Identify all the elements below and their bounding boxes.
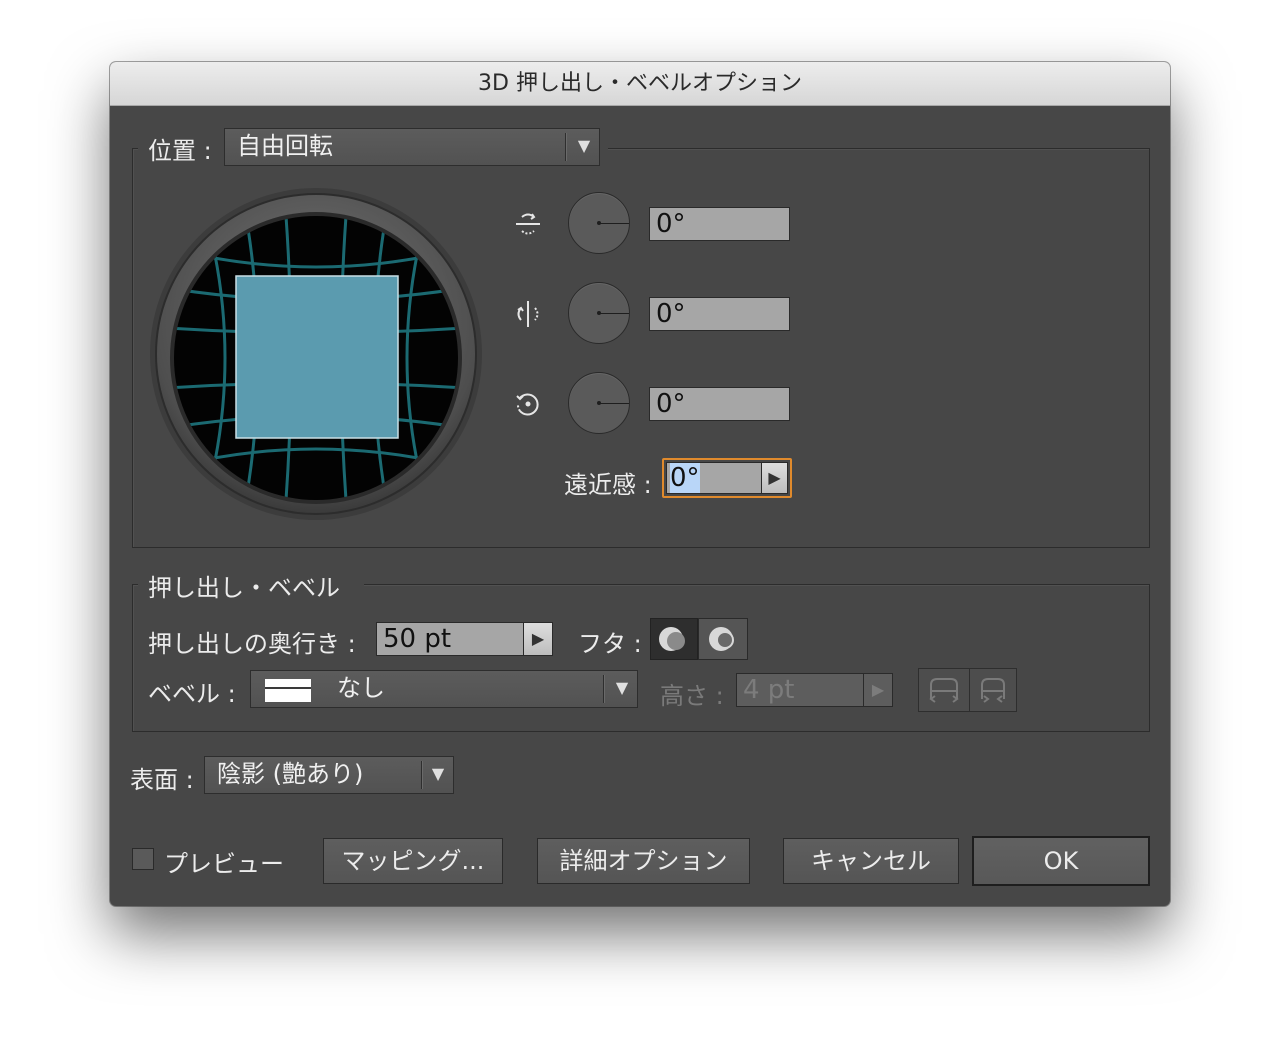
mapping-button[interactable]: マッピング... <box>323 838 503 884</box>
rotate-z-input[interactable]: 0° <box>649 387 790 421</box>
extrude-bevel-dialog: 3D 押し出し・ベベルオプション 位置 : 自由回転 ▼ 0° 0° 0° 遠近… <box>110 62 1170 906</box>
cap-off-button[interactable] <box>698 618 748 660</box>
more-options-button[interactable]: 詳細オプション <box>537 838 750 884</box>
surface-label: 表面 : <box>130 766 194 794</box>
chevron-down-icon: ▼ <box>431 764 445 783</box>
bevel-shape-swatch <box>265 679 311 702</box>
bevel-dropdown[interactable]: なし ▼ <box>250 670 638 708</box>
dropdown-separator <box>565 133 566 161</box>
extrude-depth-input[interactable]: 50 pt <box>376 622 524 656</box>
cancel-button[interactable]: キャンセル <box>783 838 959 884</box>
triangle-right-icon: ▶ <box>768 468 781 487</box>
rotate-x-axis-icon <box>512 208 544 240</box>
dropdown-separator <box>421 761 422 789</box>
triangle-right-icon: ▶ <box>531 629 545 648</box>
surface-value: 陰影 (艶あり) <box>217 760 364 788</box>
preview-checkbox[interactable] <box>132 848 154 870</box>
rotate-y-dial[interactable] <box>568 282 630 344</box>
bevel-in-icon <box>981 678 1005 703</box>
bevel-extent-in-button[interactable] <box>969 668 1017 712</box>
cap-label: フタ : <box>578 630 642 658</box>
trackball-widget[interactable] <box>148 186 484 522</box>
surface-dropdown[interactable]: 陰影 (艶あり) ▼ <box>204 756 454 794</box>
rotate-x-input[interactable]: 0° <box>649 207 790 241</box>
chevron-down-icon: ▼ <box>615 678 629 697</box>
ok-button[interactable]: OK <box>972 836 1150 886</box>
extrude-bevel-group-label: 押し出し・ベベル <box>148 574 340 602</box>
bevel-label: ベベル : <box>148 680 236 708</box>
extrude-depth-stepper[interactable]: ▶ <box>523 622 553 656</box>
triangle-right-icon: ▶ <box>871 680 885 699</box>
rotate-z-axis-icon <box>512 388 544 420</box>
window-title: 3D 押し出し・ベベルオプション <box>110 62 1170 106</box>
rotate-z-dial[interactable] <box>568 372 630 434</box>
perspective-stepper[interactable]: ▶ <box>761 462 788 494</box>
bevel-height-input[interactable]: 4 pt <box>736 673 864 707</box>
rotate-y-axis-icon <box>512 298 544 330</box>
cap-on-icon <box>659 627 685 651</box>
trackball-graphic <box>150 188 482 520</box>
bevel-value: なし <box>337 674 385 702</box>
bevel-extent-out-button[interactable] <box>918 668 970 712</box>
bevel-height-label: 高さ : <box>660 682 724 710</box>
chevron-down-icon: ▼ <box>577 136 591 155</box>
preview-label[interactable]: プレビュー <box>164 844 284 879</box>
perspective-value: 0° <box>670 463 700 493</box>
position-preset-dropdown[interactable]: 自由回転 ▼ <box>224 128 600 166</box>
position-preset-value: 自由回転 <box>237 132 333 160</box>
bevel-out-icon <box>929 678 959 703</box>
dropdown-separator <box>603 675 604 703</box>
perspective-input[interactable]: 0° <box>666 462 762 494</box>
cap-off-icon <box>709 627 734 651</box>
position-label: 位置 : <box>148 137 212 165</box>
rotate-x-dial[interactable] <box>568 192 630 254</box>
cap-on-button[interactable] <box>650 618 698 660</box>
extrude-depth-label: 押し出しの奥行き : <box>148 630 356 658</box>
bevel-swatch-line <box>265 687 311 689</box>
bevel-height-stepper[interactable]: ▶ <box>863 673 893 707</box>
perspective-label: 遠近感 : <box>564 471 652 499</box>
rotate-y-input[interactable]: 0° <box>649 297 790 331</box>
